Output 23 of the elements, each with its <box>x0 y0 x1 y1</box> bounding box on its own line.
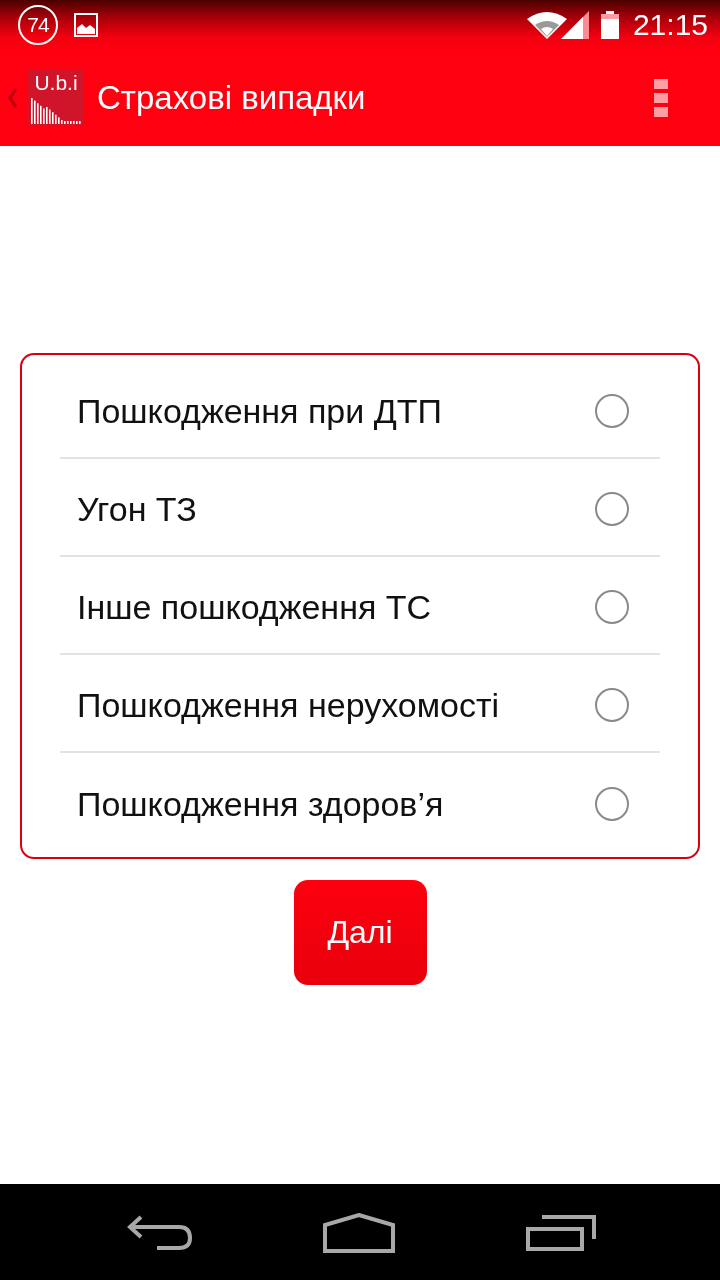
option-label[interactable]: Пошкодження при ДТП <box>77 391 442 431</box>
next-button[interactable]: Далі <box>293 880 427 985</box>
battery-icon <box>600 11 619 39</box>
radio-button[interactable] <box>595 787 629 821</box>
back-icon[interactable] <box>127 1215 193 1251</box>
radio-button[interactable] <box>595 394 629 428</box>
recent-apps-icon[interactable] <box>526 1215 596 1251</box>
radio-button[interactable] <box>595 492 629 526</box>
radio-button[interactable] <box>595 590 629 624</box>
clock-time: 21:15 <box>632 8 708 42</box>
option-label[interactable]: Угон ТЗ <box>77 489 197 529</box>
option-label[interactable]: Пошкодження нерухомості <box>77 685 500 725</box>
image-icon <box>74 13 98 37</box>
screen-title: Страхові випадки <box>97 79 367 117</box>
logo-text: U.b.i <box>34 70 78 96</box>
option-label[interactable]: Пошкодження здоров’я <box>77 784 444 824</box>
option-label[interactable]: Інше пошкодження ТС <box>77 587 432 627</box>
notification-count: 74 <box>18 5 58 45</box>
more-options-icon[interactable] <box>654 79 668 117</box>
bar-graph-icon <box>28 96 84 124</box>
signal-icon <box>560 11 589 39</box>
radio-button[interactable] <box>595 688 629 722</box>
home-icon[interactable] <box>323 1213 395 1253</box>
